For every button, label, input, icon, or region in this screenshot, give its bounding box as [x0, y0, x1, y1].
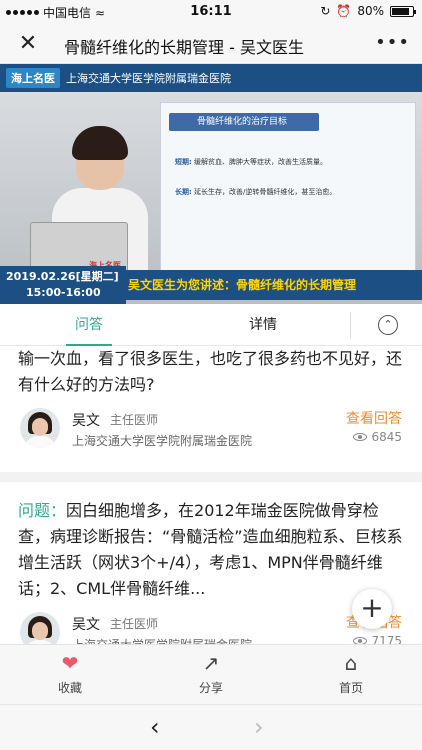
more-icon[interactable]: ••• — [375, 32, 410, 53]
browser-nav-bar: ‹ › — [0, 704, 422, 750]
slide-long-label: 长期: — [175, 188, 192, 196]
slide-short-text: 缓解贫血、脾肿大等症状，改善生活质量。 — [194, 158, 328, 166]
slide-line-long: 长期: 延长生存，改善/逆转骨髓纤维化，甚至治愈。 — [175, 187, 336, 197]
tab-divider — [350, 312, 351, 338]
battery-icon — [390, 5, 416, 17]
slide-line-short: 短期: 缓解贫血、脾肿大等症状，改善生活质量。 — [175, 157, 327, 167]
favorite-button[interactable]: ❤ 收藏 — [30, 651, 110, 696]
chevron-up-icon[interactable]: ⌃ — [378, 315, 398, 335]
battery-percent: 80% — [357, 4, 384, 18]
eye-icon — [353, 433, 368, 441]
slide-title: 骨髓纤维化的治疗目标 — [169, 113, 319, 131]
view-answer-link[interactable]: 查看回答 — [346, 408, 402, 428]
doctor-title: 主任医师 — [110, 617, 159, 631]
rotation-lock-icon: ↻ — [320, 4, 331, 18]
video-date: 2019.02.26[星期二] — [6, 270, 119, 283]
page-title: 骨髓纤维化的长期管理 - 吴文医生 — [64, 38, 304, 57]
eye-icon — [353, 637, 368, 644]
favorite-label: 收藏 — [57, 681, 82, 695]
close-icon[interactable]: ✕ — [14, 30, 42, 58]
nav-bar: ✕ 骨髓纤维化的长期管理 - 吴文医生 ••• — [0, 24, 422, 64]
doctor-title: 主任医师 — [110, 413, 159, 427]
slide-long-text: 延长生存，改善/逆转骨髓纤维化，甚至治愈。 — [194, 188, 337, 196]
view-count: 6845 — [353, 430, 402, 444]
status-right: ↻ ⏰ 80% — [320, 4, 416, 18]
avatar — [20, 612, 60, 644]
question-2-text[interactable]: 问题：因白细胞增多，在2012年瑞金医院做骨穿检查，病理诊断报告：“骨髓活检”造… — [0, 482, 422, 602]
doctor-name: 吴文 — [72, 617, 100, 633]
video-hospital-name: 上海交通大学医学院附属瑞金医院 — [66, 72, 231, 85]
avatar — [20, 408, 60, 448]
video-time-range: 15:00-16:00 — [26, 286, 101, 299]
share-button[interactable]: ↗ 分享 — [171, 651, 251, 696]
status-bar: 中国电信 ≈ 16:11 ↻ ⏰ 80% — [0, 0, 422, 24]
home-button[interactable]: ⌂ 首页 — [311, 651, 391, 696]
view-count-value: 6845 — [371, 430, 402, 444]
question-2-body: 因白细胞增多，在2012年瑞金医院做骨穿检查，病理诊断报告：“骨髓活检”造血细胞… — [18, 501, 403, 598]
question-1-doctor-row[interactable]: 吴文 主任医师 上海交通大学医学院附属瑞金医院 查看回答 6845 — [0, 408, 422, 460]
tab-qa[interactable]: 问答 — [44, 304, 134, 346]
video-player[interactable]: 海上名医 上海交通大学医学院附属瑞金医院 骨髓纤维化的治疗目标 短期: 缓解贫血… — [0, 64, 422, 304]
bottom-action-bar: ❤ 收藏 ↗ 分享 ⌂ 首页 — [0, 644, 422, 704]
heart-icon: ❤ — [61, 651, 79, 675]
home-icon: ⌂ — [344, 651, 358, 675]
back-arrow-icon[interactable]: ‹ — [150, 713, 160, 741]
home-label: 首页 — [338, 681, 363, 695]
video-brand-bar: 海上名医 上海交通大学医学院附属瑞金医院 — [0, 64, 422, 92]
video-caption: 吴文医生为您讲述：骨髓纤维化的长期管理 — [122, 270, 422, 300]
slide-short-label: 短期: — [175, 158, 192, 166]
view-count-value: 7175 — [371, 634, 402, 644]
doctor-hospital: 上海交通大学医学院附属瑞金医院 — [72, 434, 253, 448]
alarm-icon: ⏰ — [336, 4, 352, 18]
tab-bar: 问答 详情 ⌃ — [0, 304, 422, 346]
doctor-hospital: 上海交通大学医学院附属瑞金医院 — [72, 636, 252, 644]
view-count: 7175 — [353, 634, 402, 644]
list-separator — [0, 472, 422, 482]
forward-arrow-icon[interactable]: › — [254, 713, 264, 741]
share-icon: ↗ — [202, 651, 220, 675]
brand-logo: 海上名医 — [6, 68, 60, 88]
question-1-text[interactable]: 输一次血，看了很多医生，也吃了很多药也不见好，还有什么好的方法吗? — [0, 346, 422, 398]
share-label: 分享 — [198, 681, 223, 695]
qa-list: 输一次血，看了很多医生，也吃了很多药也不见好，还有什么好的方法吗? 吴文 主任医… — [0, 346, 422, 644]
tab-detail[interactable]: 详情 — [218, 304, 308, 346]
doctor-name: 吴文 — [72, 413, 100, 429]
presentation-slide: 骨髓纤维化的治疗目标 短期: 缓解贫血、脾肿大等症状，改善生活质量。 长期: 延… — [160, 102, 416, 278]
question-label: 问题： — [18, 501, 67, 520]
add-question-button[interactable]: + — [352, 589, 392, 629]
video-date-box: 2019.02.26[星期二] 15:00-16:00 — [0, 266, 126, 304]
